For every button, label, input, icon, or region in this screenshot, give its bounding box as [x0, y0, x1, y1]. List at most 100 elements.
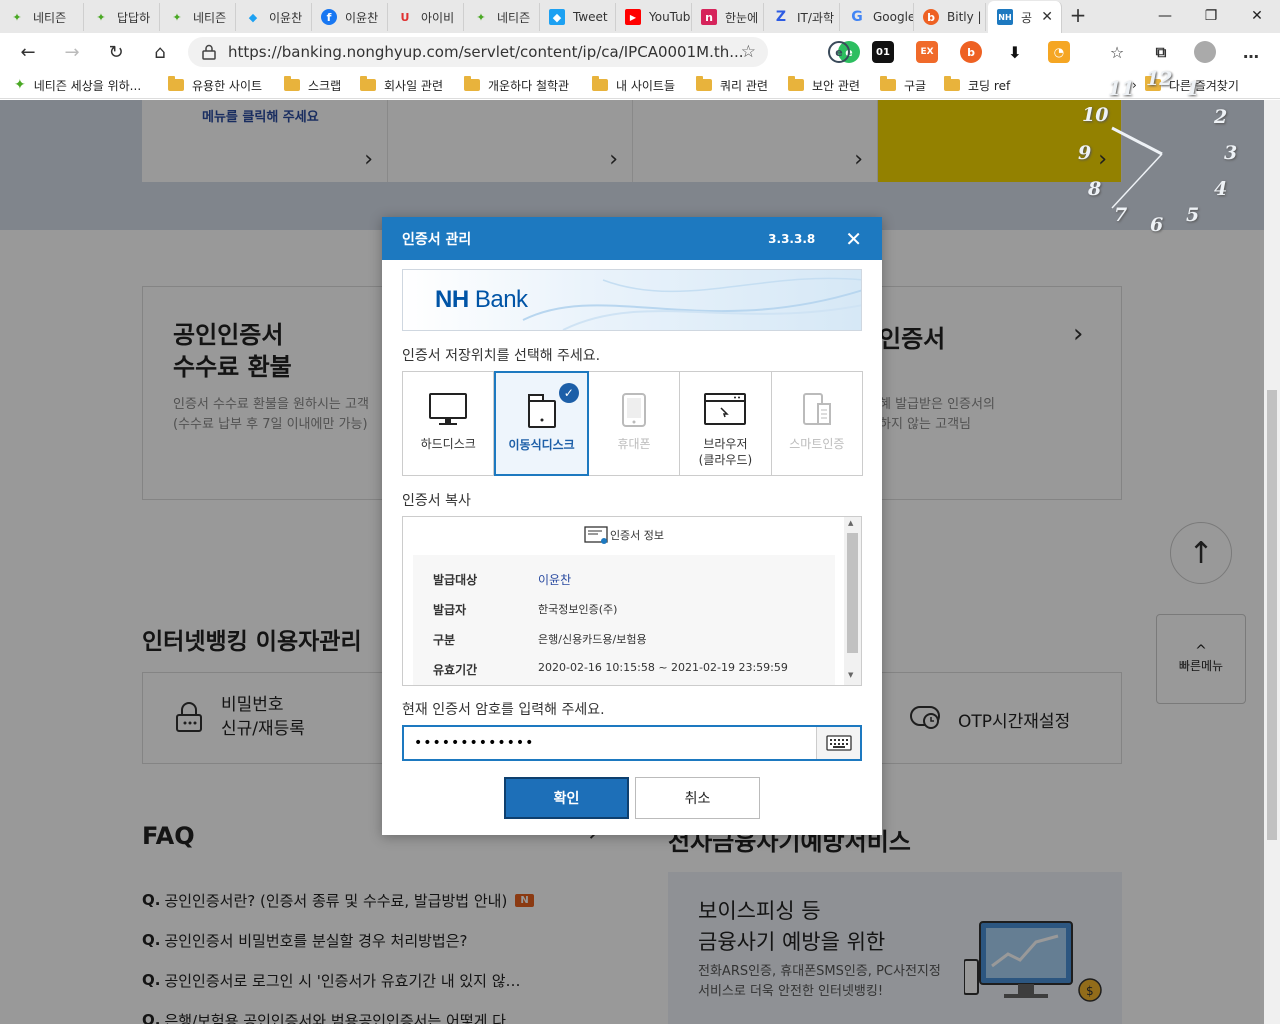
tab-4[interactable]: ◆ 이윤찬 — [236, 3, 312, 31]
facebook-icon: f — [321, 9, 337, 25]
sprout-icon: ✦ — [172, 10, 182, 24]
dialog-title: 인증서 관리 — [402, 231, 472, 248]
scroll-up-arrow-icon[interactable]: ▲ — [848, 519, 853, 527]
u-icon: U — [400, 10, 410, 24]
monitor-icon — [429, 393, 468, 425]
folder-icon — [168, 76, 184, 91]
home-button[interactable]: ⌂ — [146, 38, 174, 66]
folder-icon — [880, 76, 896, 91]
close-icon[interactable]: ✕ — [845, 229, 862, 249]
new-tab-button[interactable]: + — [1066, 4, 1090, 28]
tab-3[interactable]: ✦ 네티즌 — [160, 3, 236, 31]
more-menu-icon[interactable]: … — [1240, 41, 1262, 63]
bookmark-netizen[interactable]: ✦ 네티즌 세상을 위하... — [14, 75, 141, 95]
folder-icon — [944, 76, 960, 91]
clock-hands-icon — [1111, 126, 1163, 209]
sprout-icon: ✦ — [12, 10, 22, 24]
forward-button[interactable]: → — [58, 38, 86, 66]
nh-icon: NH — [997, 9, 1013, 25]
bookmark-folder-useful[interactable]: 유용한 사이트 — [168, 75, 262, 95]
scrollbar-thumb[interactable] — [1267, 390, 1277, 840]
media-hard-disk[interactable]: 하드디스크 — [403, 372, 495, 475]
tab-13[interactable]: bBitly | A — [914, 3, 986, 31]
cancel-button[interactable]: 취소 — [635, 777, 760, 819]
nh-bank-logo: NH Bank — [435, 286, 528, 313]
bookmark-folder-query[interactable]: 쿼리 관련 — [696, 75, 768, 95]
tab-14-active[interactable]: NH 공 ✕ — [988, 1, 1062, 33]
cert-row-subject: 발급대상 이윤찬 — [433, 573, 572, 587]
bookmark-folder-philosophy[interactable]: 개운하다 철학관 — [464, 75, 569, 95]
url-text: https://banking.nonghyup.com/servlet/con… — [228, 43, 744, 61]
folder-icon — [284, 76, 300, 91]
virtual-keyboard-button[interactable] — [816, 727, 860, 759]
scroll-down-arrow-icon[interactable]: ▼ — [848, 671, 853, 679]
n-icon: n — [701, 9, 717, 25]
media-phone[interactable]: 휴대폰 — [589, 372, 681, 475]
cert-info-table: 발급대상 이윤찬 발급자 한국정보인증(주) 구분 은행/신용카드용/보험용 유효기간… — [413, 555, 835, 685]
confirm-button[interactable]: 확인 — [504, 777, 629, 819]
tab-6[interactable]: U 아이비 — [388, 3, 464, 31]
refresh-button[interactable]: ↻ — [102, 38, 130, 66]
tab-2[interactable]: ✦ 답답하 — [84, 3, 160, 31]
bitly-extension-icon[interactable]: b — [960, 41, 982, 63]
tab-12[interactable]: G Google — [840, 3, 914, 31]
cert-scroll-thumb[interactable] — [847, 533, 858, 653]
download-icon[interactable]: ⬇ — [1004, 41, 1026, 63]
close-tab-icon[interactable]: ✕ — [1041, 9, 1053, 25]
storage-label: 인증서 저장위치를 선택해 주세요. — [402, 348, 601, 364]
usb-disk-icon — [527, 394, 556, 428]
sprout-icon: ✦ — [476, 10, 486, 24]
certificate-icon — [584, 526, 608, 544]
tab-11[interactable]: Z IT/과학 — [764, 3, 840, 31]
storage-media-selector: 하드디스크 ✓ 이동식디스크 휴대폰 브라우저 (클라우드) 스마트인증 — [402, 371, 863, 476]
nh-bank-banner: NH Bank — [402, 269, 862, 331]
keyboard-icon — [825, 735, 852, 751]
minimize-button[interactable]: — — [1142, 0, 1188, 32]
favorite-star-icon[interactable]: ☆ — [741, 42, 756, 62]
checkmark-icon: ✓ — [558, 383, 579, 403]
google-icon: G — [851, 9, 863, 25]
extension-ex-icon[interactable]: EX — [916, 41, 938, 63]
tab-1[interactable]: ✦ 네티즌 — [0, 3, 84, 31]
tab-7[interactable]: ✦ 네티즌 — [464, 3, 540, 31]
bookmark-folder-google[interactable]: 구글 — [880, 75, 926, 95]
cert-row-validity: 유효기간 2020-02-16 10:15:58 ~ 2021-02-19 23:… — [433, 661, 788, 677]
bookmarks-bar: ✦ 네티즌 세상을 위하... 유용한 사이트 스크랩 회사일 관련 개운하다 철… — [0, 71, 1280, 99]
cert-info-scrollbar[interactable]: ▲ ▼ — [844, 517, 861, 685]
media-smart-cert[interactable]: 스마트인증 — [772, 372, 862, 475]
address-bar[interactable]: https://banking.nonghyup.com/servlet/con… — [188, 37, 768, 67]
bookmark-folder-coding[interactable]: 코딩 ref — [944, 75, 1010, 95]
bookmark-folder-work[interactable]: 회사일 관련 — [360, 75, 443, 95]
tab-8[interactable]: ◆ Tweet — [540, 3, 616, 31]
cert-password-input[interactable] — [404, 727, 809, 759]
media-removable-disk[interactable]: ✓ 이동식디스크 — [494, 371, 589, 476]
smart-cert-icon — [802, 393, 831, 425]
tab-bar: ✦ 네티즌 ✦ 답답하 ✦ 네티즌 ◆ 이윤찬 f 이윤찬 U 아이비 ✦ 네티즌 ◆ Twee… — [0, 0, 1280, 33]
page-scrollbar[interactable] — [1264, 100, 1280, 1024]
bookmark-folder-my-sites[interactable]: 내 사이트들 — [592, 75, 675, 95]
maximize-button[interactable]: ❐ — [1188, 0, 1234, 32]
cert-info-header: 인증서 정보 — [403, 525, 845, 545]
password-field[interactable] — [402, 725, 862, 761]
favorites-icon[interactable]: ☆ — [1106, 41, 1128, 63]
rss-icon[interactable]: ◔ — [1048, 41, 1070, 63]
tab-10[interactable]: n 한눈에 — [692, 3, 764, 31]
cert-info-box: 인증서 정보 발급대상 이윤찬 발급자 한국정보인증(주) 구분 은행/신용카드용/보… — [402, 516, 862, 686]
extension-e-icon[interactable]: e — [828, 41, 850, 63]
twitter-icon: ◆ — [549, 9, 565, 25]
media-browser-cloud[interactable]: 브라우저 (클라우드) — [680, 372, 772, 475]
profile-avatar[interactable] — [1194, 41, 1216, 63]
bookmark-folder-security[interactable]: 보안 관련 — [788, 75, 860, 95]
folder-icon — [696, 76, 712, 91]
collections-icon[interactable]: ⧉ — [1150, 41, 1172, 63]
tab-5[interactable]: f 이윤찬 — [312, 3, 388, 31]
twitter-icon: ◆ — [248, 10, 258, 24]
tab-9[interactable]: ▶YouTube — [616, 3, 692, 31]
close-window-button[interactable]: ✕ — [1234, 0, 1280, 32]
cert-manager-dialog: 인증서 관리 3.3.3.8 ✕ NH Bank 인증서 저장위치를 선택해 주… — [382, 217, 882, 835]
dialog-version: 3.3.3.8 — [768, 231, 816, 246]
bookmark-folder-scrap[interactable]: 스크랩 — [284, 75, 341, 95]
back-button[interactable]: ← — [14, 38, 42, 66]
folder-icon — [360, 76, 376, 91]
extension-01-icon[interactable]: 01 — [872, 41, 894, 63]
